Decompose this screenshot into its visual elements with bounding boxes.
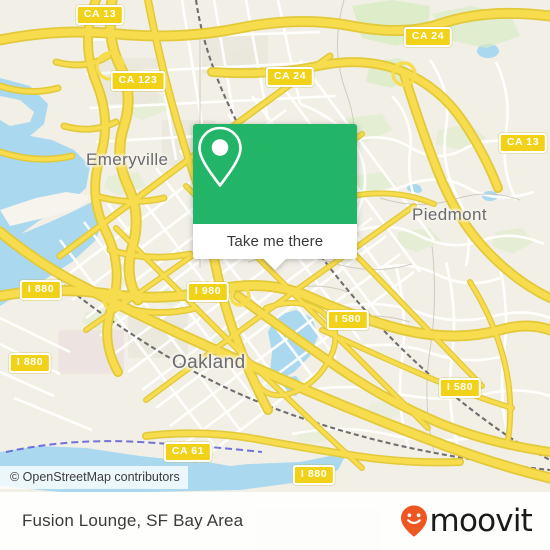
poi-card-action-bar[interactable]: Take me there — [193, 224, 357, 270]
highway-shield: CA 123 — [110, 71, 166, 91]
highway-shield: CA 13 — [498, 133, 548, 153]
poi-card-image-area — [193, 124, 357, 224]
highway-shield: I 980 — [186, 282, 230, 302]
highway-shield: CA 24 — [403, 27, 453, 47]
map-canvas[interactable]: Emeryville Oakland Piedmont CA 13 CA 123… — [0, 0, 550, 492]
footer-bar: Fusion Lounge, SF Bay Area moovit — [0, 492, 550, 550]
map-pin-icon — [198, 126, 242, 187]
highway-shield: I 880 — [8, 353, 52, 373]
place-title: Fusion Lounge, SF Bay Area — [22, 511, 244, 530]
highway-shield: I 580 — [438, 378, 482, 398]
highway-shield: CA 13 — [75, 5, 125, 25]
poi-card-pointer-tail — [263, 258, 287, 270]
highway-shield: I 880 — [19, 280, 63, 300]
poi-popup-card[interactable]: Take me there — [193, 124, 357, 270]
take-me-there-label: Take me there — [226, 233, 324, 250]
highway-shield: I 580 — [326, 310, 370, 330]
highway-shield: I 880 — [292, 465, 336, 485]
osm-attribution[interactable]: © OpenStreetMap contributors — [0, 466, 188, 489]
moovit-pin-smiley-icon — [400, 505, 427, 537]
highway-shield: CA 61 — [163, 442, 213, 462]
map-screenshot-root: Emeryville Oakland Piedmont CA 13 CA 123… — [0, 0, 550, 550]
moovit-wordmark: moovit — [429, 502, 533, 539]
highway-shield: CA 24 — [265, 67, 315, 87]
moovit-logo[interactable]: moovit — [399, 502, 533, 539]
